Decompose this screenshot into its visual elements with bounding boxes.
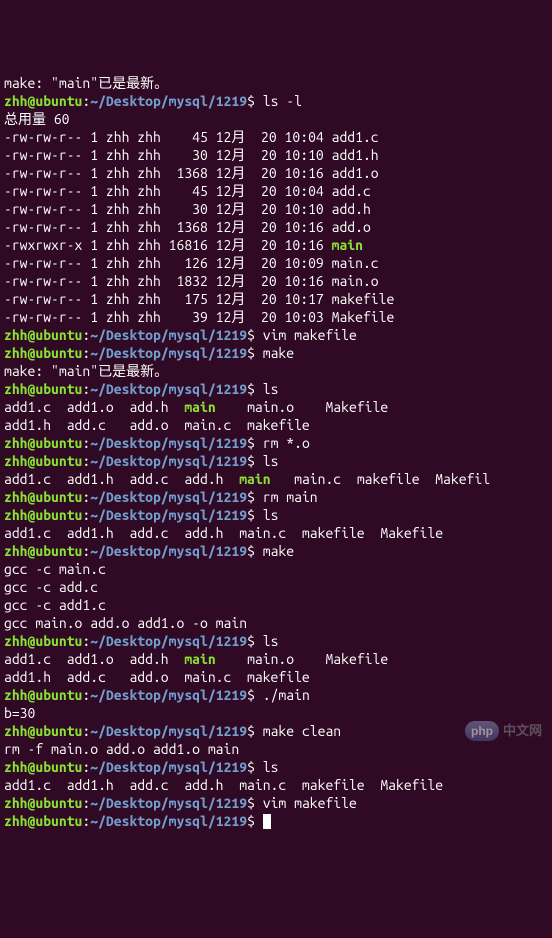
- terminal-output[interactable]: make: "main"已是最新。 zhh@ubuntu:~/Desktop/m…: [4, 74, 548, 830]
- php-badge: php: [465, 721, 499, 741]
- watermark: php 中文网: [465, 721, 542, 741]
- watermark-text: 中文网: [503, 722, 542, 740]
